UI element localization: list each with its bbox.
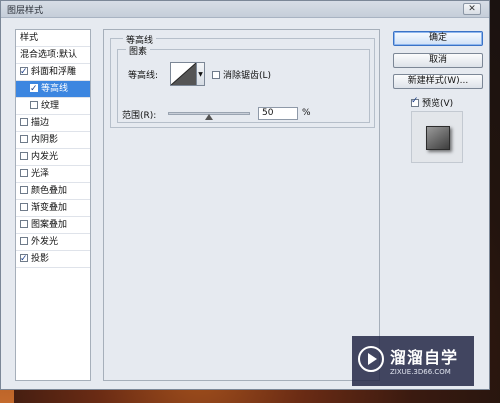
style-checkbox-icon[interactable] (20, 237, 28, 245)
style-item[interactable]: 内阴影 (16, 132, 90, 149)
style-checkbox-icon[interactable] (30, 101, 38, 109)
style-item[interactable]: 等高线 (16, 81, 90, 98)
play-logo-icon (358, 346, 384, 372)
style-item-label: 等高线 (41, 84, 69, 94)
dialog-title: 图层样式 (7, 6, 44, 16)
style-item-label: 图案叠加 (31, 220, 68, 230)
layer-style-dialog: 图层样式 ✕ 样式 混合选项:默认 斜面和浮雕等高线纹理描边内阴影内发光光泽颜色… (0, 0, 490, 390)
style-item[interactable]: 投影 (16, 251, 90, 268)
range-input[interactable]: 50 (258, 107, 298, 120)
style-item-label: 光泽 (31, 169, 50, 179)
style-checkbox-icon[interactable] (20, 118, 28, 126)
style-checkbox-icon[interactable] (30, 81, 38, 98)
style-checkbox-icon[interactable] (20, 135, 28, 143)
preview-label: 预览(V) (422, 99, 454, 109)
watermark: 溜溜自学 ZIXUE.3D66.COM (352, 336, 474, 386)
elements-subgroup: 图素 等高线: ▼ 消除锯齿(L) 范围(R): 50 % (117, 44, 370, 123)
style-checkbox-icon[interactable] (20, 220, 28, 228)
style-item-label: 斜面和浮雕 (31, 67, 77, 77)
watermark-url: ZIXUE.3D66.COM (390, 368, 451, 376)
style-item[interactable]: 内发光 (16, 149, 90, 166)
preview-checkbox[interactable]: 预览(V) (411, 96, 453, 109)
style-item[interactable]: 描边 (16, 115, 90, 132)
style-checkbox-icon[interactable] (20, 152, 28, 160)
style-item[interactable]: 光泽 (16, 166, 90, 183)
preview-box (411, 111, 463, 163)
close-icon: ✕ (468, 4, 476, 14)
contour-panel: 等高线 图素 等高线: ▼ 消除锯齿(L) 范围(R): 50 % (103, 29, 380, 381)
style-checkbox-icon[interactable] (20, 169, 28, 177)
preview-swatch (426, 126, 450, 150)
style-item-label: 投影 (31, 254, 50, 264)
style-item-label: 纹理 (41, 101, 60, 111)
style-list: 样式 混合选项:默认 斜面和浮雕等高线纹理描边内阴影内发光光泽颜色叠加渐变叠加图… (15, 29, 91, 381)
style-item[interactable]: 渐变叠加 (16, 200, 90, 217)
preview-check-icon (411, 96, 419, 107)
subgroup-title: 图素 (126, 44, 151, 57)
style-checkbox-icon[interactable] (20, 203, 28, 211)
style-item[interactable]: 外发光 (16, 234, 90, 251)
antialias-label: 消除锯齿(L) (223, 71, 272, 81)
style-checkbox-icon[interactable] (20, 251, 28, 268)
style-item-label: 内发光 (31, 152, 59, 162)
style-item[interactable]: 图案叠加 (16, 217, 90, 234)
range-label: 范围(R): (122, 111, 157, 121)
ok-button[interactable]: 确定 (393, 31, 483, 46)
style-item[interactable]: 颜色叠加 (16, 183, 90, 200)
style-checkbox-icon[interactable] (20, 64, 28, 81)
contour-picker[interactable] (170, 62, 197, 86)
contour-dropdown-button[interactable]: ▼ (197, 62, 205, 86)
title-bar: 图层样式 ✕ (1, 1, 489, 18)
style-item-label: 外发光 (31, 237, 59, 247)
close-button[interactable]: ✕ (463, 3, 481, 15)
watermark-brand: 溜溜自学 (390, 348, 459, 367)
contour-curve-icon (170, 62, 197, 86)
contour-label: 等高线: (128, 71, 159, 81)
contour-group: 等高线 图素 等高线: ▼ 消除锯齿(L) 范围(R): 50 % (110, 33, 375, 128)
style-item-label: 描边 (31, 118, 50, 128)
blend-options-item[interactable]: 混合选项:默认 (16, 47, 90, 64)
style-item-label: 渐变叠加 (31, 203, 68, 213)
range-unit: % (302, 108, 311, 118)
style-item[interactable]: 纹理 (16, 98, 90, 115)
style-item-label: 内阴影 (31, 135, 59, 145)
cancel-button[interactable]: 取消 (393, 53, 483, 68)
style-checkbox-icon[interactable] (20, 186, 28, 194)
style-list-header: 样式 (16, 30, 90, 47)
antialias-checkbox[interactable]: 消除锯齿(L) (212, 68, 271, 81)
new-style-button[interactable]: 新建样式(W)... (393, 74, 483, 89)
antialias-check-icon (212, 71, 220, 79)
range-slider-knob[interactable] (205, 114, 213, 120)
style-item[interactable]: 斜面和浮雕 (16, 64, 90, 81)
style-item-label: 颜色叠加 (31, 186, 68, 196)
dropdown-arrow-icon: ▼ (198, 70, 203, 78)
